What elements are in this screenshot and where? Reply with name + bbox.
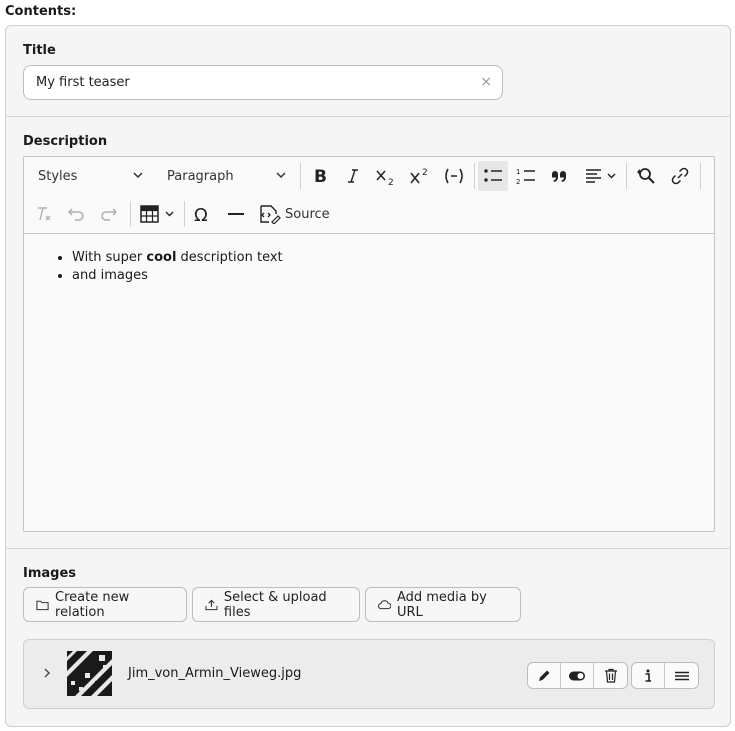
remove-format-icon [38, 207, 51, 221]
create-new-relation-button[interactable]: Create new relation [23, 587, 187, 622]
chevron-right-icon[interactable] [42, 666, 52, 680]
find-replace-button[interactable] [631, 161, 661, 191]
chevron-down-icon [276, 172, 286, 179]
styles-dropdown-label: Styles [38, 168, 78, 184]
select-upload-button[interactable]: Select & upload files [192, 587, 360, 622]
trash-icon [604, 668, 617, 683]
superscript-button[interactable]: 2 [405, 161, 435, 191]
toolbar-separator [300, 163, 301, 189]
undo-button[interactable] [61, 199, 91, 229]
title-label: Title [23, 43, 56, 58]
file-action-group [527, 662, 628, 689]
clear-icon[interactable]: × [480, 66, 492, 99]
link-button[interactable] [665, 161, 695, 191]
file-info-group [631, 662, 699, 689]
numbered-list-icon: 12 [516, 168, 535, 185]
numbered-list-button[interactable]: 12 [511, 161, 541, 191]
bulleted-list-icon [484, 169, 502, 182]
create-new-relation-label: Create new relation [55, 589, 130, 620]
italic-button[interactable] [338, 161, 368, 191]
contents-panel: Title My first teaser × Description Styl… [5, 25, 731, 727]
file-name[interactable]: Jim_von_Armin_Vieweg.jpg [128, 666, 301, 681]
svg-text:2: 2 [388, 178, 394, 186]
undo-icon [67, 208, 84, 221]
subscript-icon: 2 [376, 170, 394, 186]
toggle-icon [569, 671, 585, 680]
info-button[interactable] [632, 663, 665, 688]
bold-button[interactable]: B [305, 161, 335, 191]
contents-heading: Contents: [5, 4, 77, 19]
divider [6, 116, 730, 117]
styles-dropdown[interactable]: Styles [26, 161, 150, 191]
blockquote-icon [552, 171, 566, 182]
source-button[interactable]: Source [258, 199, 334, 229]
add-media-by-url-button[interactable]: Add media by URL [365, 587, 521, 622]
paragraph-dropdown[interactable]: Paragraph [155, 161, 293, 191]
chevron-down-icon [133, 172, 143, 179]
link-icon [671, 167, 689, 185]
svg-text:Ω: Ω [194, 205, 208, 223]
bulleted-list: With super cool description text and ima… [24, 249, 283, 285]
special-characters-icon: Ω [194, 205, 208, 223]
paragraph-dropdown-label: Paragraph [167, 168, 234, 184]
info-icon [645, 669, 651, 682]
blockquote-button[interactable] [544, 161, 574, 191]
code-icon [445, 168, 463, 184]
insert-table-button[interactable] [136, 199, 180, 229]
file-reference-card: Jim_von_Armin_Vieweg.jpg [23, 639, 715, 709]
find-replace-icon [637, 168, 655, 184]
images-label: Images [23, 566, 77, 581]
bold-text: cool [146, 250, 177, 265]
title-input[interactable]: My first teaser × [23, 65, 503, 100]
delete-button[interactable] [594, 663, 627, 688]
horizontal-line-button[interactable] [221, 199, 251, 229]
table-icon [140, 205, 174, 223]
source-icon [260, 205, 281, 224]
align-icon [586, 169, 616, 183]
drag-handle-button[interactable] [665, 663, 698, 688]
svg-text:B: B [314, 167, 327, 185]
editor-toolbar: Styles Paragraph B 2 2 1 2 Ω Source [24, 157, 714, 234]
toolbar-separator [184, 201, 185, 227]
source-button-label: Source [285, 206, 330, 222]
upload-icon [205, 599, 218, 611]
italic-icon [348, 169, 358, 183]
list-item: With super cool description text [72, 249, 283, 267]
add-media-by-url-label: Add media by URL [396, 589, 487, 620]
svg-text:2: 2 [422, 168, 428, 178]
alignment-dropdown[interactable] [580, 161, 622, 191]
code-button[interactable] [439, 161, 469, 191]
svg-text:1: 1 [516, 168, 520, 176]
remove-format-button[interactable] [28, 199, 58, 229]
folder-icon [36, 600, 49, 610]
redo-icon [101, 208, 118, 221]
pencil-icon [539, 670, 550, 681]
subscript-button[interactable]: 2 [371, 161, 401, 191]
horizontal-line-icon [228, 213, 244, 215]
bulleted-list-button[interactable] [478, 161, 508, 191]
bold-icon: B [314, 167, 327, 185]
toolbar-separator [474, 163, 475, 189]
svg-text:2: 2 [516, 178, 520, 185]
rich-text-editor: Styles Paragraph B 2 2 1 2 Ω Source • Wi… [23, 156, 715, 532]
divider [6, 548, 730, 549]
select-upload-label: Select & upload files [223, 589, 327, 620]
image-thumbnail[interactable] [67, 651, 112, 696]
list-item: and images [72, 267, 283, 285]
title-value: My first teaser [36, 75, 130, 90]
toolbar-separator [626, 163, 627, 189]
superscript-icon: 2 [410, 168, 428, 184]
edit-button[interactable] [528, 663, 561, 688]
menu-icon [674, 671, 689, 680]
editor-content[interactable]: With super cool description text and ima… [24, 235, 714, 531]
cloud-icon [378, 600, 391, 610]
visibility-toggle-button[interactable] [561, 663, 594, 688]
description-label: Description [23, 134, 108, 149]
redo-button[interactable] [94, 199, 124, 229]
special-characters-button[interactable]: Ω [188, 199, 218, 229]
toolbar-separator [130, 201, 131, 227]
toolbar-separator [700, 163, 701, 189]
